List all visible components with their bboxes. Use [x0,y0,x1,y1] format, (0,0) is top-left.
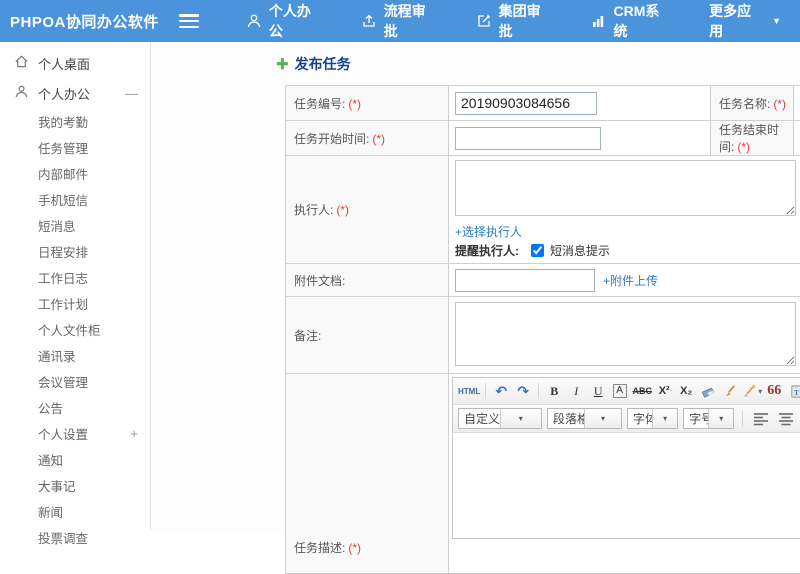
font-border-button[interactable]: A [613,384,628,398]
sidebar-item-personal-settings[interactable]: 个人设置 + [0,420,150,446]
sidebar-item-notice[interactable]: 通知 [0,446,150,472]
align-left-icon[interactable] [751,409,771,429]
font-family-dropdown[interactable]: 字体▾ [627,408,679,429]
blockquote-button[interactable]: 66 [764,381,784,401]
executor-label: 执行人: (*) [285,155,449,264]
undo-icon[interactable]: ↶ [491,381,511,401]
sidebar: 个人桌面 个人办公 — 我的考勤 任务管理 内部邮件 手机短信 短消息 日程安排… [0,42,151,546]
person-icon [14,84,38,102]
nav-flow-approval[interactable]: 流程审批 [342,0,457,42]
caret-down-icon: ▾ [584,409,622,428]
sidebar-item-file-cabinet[interactable]: 个人文件柜 [0,316,150,342]
remind-executor-label: 提醒执行人: [455,244,519,258]
nav-group-approval[interactable]: 集团审批 [457,0,572,42]
hamburger-menu-icon[interactable] [179,14,199,28]
remark-label: 备注: [285,296,449,374]
sidebar-item-meeting[interactable]: 会议管理 [0,368,150,394]
font-size-dropdown[interactable]: 字号▾ [683,408,735,429]
format-brush-icon[interactable] [720,381,740,401]
main-content: ✚ 发布任务 任务编号:(*) 任务名称:(*) 任务开始时间:(*) [152,42,800,574]
task-number-input[interactable] [455,91,597,115]
superscript-button[interactable]: X² [654,381,674,401]
end-time-label: 任务结束时间: (*) [710,120,794,156]
edit-approve-icon [476,13,492,29]
executor-textarea[interactable] [455,160,796,216]
italic-button[interactable]: I [566,381,586,401]
person-icon [246,13,262,29]
collapse-minus-icon[interactable]: — [125,86,138,101]
sidebar-item-schedule[interactable]: 日程安排 [0,238,150,264]
bold-button[interactable]: B [544,381,564,401]
page-title: ✚ 发布任务 [276,55,351,73]
remark-textarea[interactable] [455,301,796,366]
sidebar-item-work-plan[interactable]: 工作计划 [0,290,150,316]
eraser-icon[interactable] [698,381,718,401]
editor-toolbar-row1: HTML ↶ ↷ B I U A ABC X² X₂ ▾ 66 T [453,378,800,405]
sidebar-item-short-message[interactable]: 短消息 [0,212,150,238]
caret-down-icon: ▾ [652,409,678,428]
caret-down-icon: ▾ [758,386,763,396]
home-icon [14,54,38,72]
custom-title-dropdown[interactable]: 自定义标题▾ [458,408,542,429]
editor-toolbar-row2: 自定义标题▾ 段落格式▾ 字体▾ 字号▾ [453,405,800,433]
sidebar-item-vote[interactable]: 投票调查 [0,524,150,550]
sidebar-item-sms[interactable]: 手机短信 [0,186,150,212]
rich-text-editor: HTML ↶ ↷ B I U A ABC X² X₂ ▾ 66 T 自定义 ▾ … [452,377,800,539]
description-label: 任务描述: (*) [285,373,449,574]
sidebar-item-memorabilia[interactable]: 大事记 [0,472,150,498]
attachment-label: 附件文档: [285,263,449,297]
sidebar-item-internal-mail[interactable]: 内部邮件 [0,160,150,186]
task-name-label: 任务名称: (*) [710,85,794,121]
auto-typeset-icon[interactable]: ▾ [742,381,762,401]
align-center-icon[interactable] [776,409,796,429]
sidebar-item-contacts[interactable]: 通讯录 [0,342,150,368]
attachment-upload-link[interactable]: +附件上传 [603,272,658,289]
bar-chart-icon [590,13,606,29]
sms-remind-label: 短消息提示 [550,244,611,258]
editor-content-area[interactable] [453,433,800,538]
attachment-input[interactable] [455,268,595,292]
html-source-button[interactable]: HTML [458,381,480,401]
sms-remind-checkbox[interactable] [531,244,544,257]
paragraph-format-dropdown[interactable]: 段落格式▾ [547,408,623,429]
sidebar-item-announcement[interactable]: 公告 [0,394,150,420]
sidebar-item-attendance[interactable]: 我的考勤 [0,108,150,134]
nav-more-apps[interactable]: 更多应用 ▼ [690,0,800,42]
caret-down-icon: ▼ [772,16,782,26]
sidebar-item-personal-office[interactable]: 个人办公 — [0,78,150,108]
underline-button[interactable]: U [588,381,608,401]
paste-from-word-icon[interactable]: T [786,381,800,401]
sidebar-item-work-log[interactable]: 工作日志 [0,264,150,290]
sidebar-item-desktop[interactable]: 个人桌面 [0,48,150,78]
nav-crm-system[interactable]: CRM系统 [571,0,690,42]
sidebar-item-news[interactable]: 新闻 [0,498,150,524]
flow-approve-icon [361,13,377,29]
sidebar-item-task-management[interactable]: 任务管理 [0,134,150,160]
redo-icon[interactable]: ↷ [513,381,533,401]
start-time-input[interactable] [455,126,601,150]
publish-task-form: 任务编号:(*) 任务名称:(*) 任务开始时间:(*) 任务结束时间:(*) [285,85,800,574]
svg-text:T: T [794,388,799,396]
add-plus-icon: ✚ [276,55,289,73]
app-logo: PHPOA协同办公软件 [10,13,159,31]
task-number-label: 任务编号: (*) [285,85,449,121]
top-header: PHPOA协同办公软件 个人办公 流程审批 集团审批 CRM系统 更多应用 ▼ [0,0,800,42]
caret-down-icon: ▾ [708,409,734,428]
choose-executor-link[interactable]: +选择执行人 [455,225,522,239]
nav-personal-office[interactable]: 个人办公 [227,0,342,42]
start-time-label: 任务开始时间: (*) [285,120,449,156]
caret-down-icon: ▾ [499,409,541,428]
strikethrough-button[interactable]: ABC [632,381,652,401]
subscript-button[interactable]: X₂ [676,381,696,401]
expand-plus-icon[interactable]: + [130,426,138,441]
